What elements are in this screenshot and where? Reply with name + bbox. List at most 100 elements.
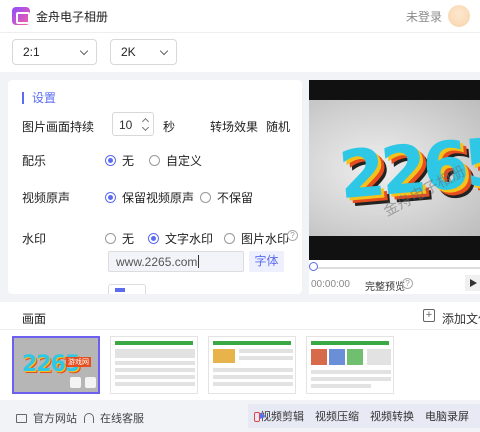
watermark-text-input[interactable]: www.2265.com (108, 251, 244, 272)
thumbnail-block (115, 361, 195, 365)
thumbnail-block (213, 382, 293, 386)
text-caret (198, 255, 200, 268)
thumbnail-block (115, 349, 195, 358)
toolbar: 2:1 2K (0, 32, 480, 72)
audio-option-drop[interactable]: 不保留 (200, 189, 253, 206)
resolution-select[interactable]: 2K (110, 39, 177, 65)
video-compress-link[interactable]: 视频压缩 (315, 408, 359, 424)
music-label: 配乐 (22, 154, 47, 168)
chevron-down-icon (79, 46, 89, 56)
watermark-option-text[interactable]: 文字水印 (148, 230, 213, 247)
app-title: 金舟电子相册 (36, 9, 109, 24)
settings-panel: 设置 图片画面持续 10 秒 转场效果 随机 配乐 无 自定义 视频原声 保留视… (8, 80, 302, 294)
headset-icon (84, 413, 94, 423)
thumbnail-block (239, 356, 293, 360)
thumbnail-block (115, 368, 195, 372)
thumbnail-block (213, 375, 293, 379)
transition-value[interactable]: 随机 (266, 118, 290, 135)
thumbnail-image (311, 349, 327, 365)
watermark-option-image[interactable]: 图片水印 (224, 230, 289, 247)
monitor-icon (16, 413, 27, 423)
preview-image: 2265 金舟电子相册 (309, 100, 480, 236)
stepper-down-icon[interactable] (141, 123, 150, 132)
transition-label: 转场效果 (210, 120, 259, 134)
thumbnail-block (311, 384, 371, 388)
watermark-text-value: www.2265.com (116, 255, 198, 269)
thumbnail-block (239, 349, 293, 353)
thumbnail-block (367, 349, 391, 365)
thumbnail-header-bar (213, 341, 291, 345)
watermark-option-none[interactable]: 无 (105, 230, 134, 247)
footer: 官方网站 在线客服 视频剪辑 视频压缩 视频转换 电脑录屏 (0, 400, 480, 432)
title-bar: 金舟电子相册 未登录 (0, 0, 480, 32)
radio-dot (105, 155, 116, 166)
frames-strip: 2265 游戏网 (0, 330, 480, 400)
duration-label: 图片画面持续 (22, 120, 95, 134)
progress-handle[interactable] (309, 262, 318, 271)
radio-dot (149, 155, 160, 166)
official-site-link[interactable]: 官方网站 (16, 410, 77, 426)
tool-links-bar: 视频剪辑 视频压缩 视频转换 电脑录屏 (248, 404, 480, 428)
video-editor-icon (254, 410, 266, 422)
thumbnail-block (213, 368, 293, 372)
frames-header: 画面 + 添加文件 (0, 302, 480, 330)
frame-thumbnail[interactable]: 2265 游戏网 (12, 336, 100, 394)
screen-record-link[interactable]: 电脑录屏 (425, 408, 469, 424)
music-option-custom-label: 自定义 (166, 154, 203, 168)
delete-icon[interactable] (85, 377, 96, 388)
radio-dot (105, 192, 116, 203)
watermark-label: 水印 (22, 232, 47, 246)
radio-dot (224, 233, 235, 244)
radio-dot (148, 233, 159, 244)
play-icon[interactable] (465, 275, 480, 291)
music-option-custom[interactable]: 自定义 (149, 152, 202, 169)
thumbnail-image (213, 349, 235, 363)
avatar[interactable] (448, 5, 470, 27)
audio-label: 视频原声 (22, 191, 71, 205)
thumbnail-image (347, 349, 363, 365)
frames-title: 画面 (22, 312, 47, 326)
style-toggle[interactable] (108, 284, 146, 294)
add-file-button[interactable]: 添加文件 (442, 310, 480, 327)
frame-thumbnail[interactable] (208, 336, 296, 394)
frame-thumbnail[interactable] (306, 336, 394, 394)
help-icon[interactable]: ? (287, 230, 298, 241)
progress-track[interactable] (309, 267, 480, 269)
audio-option-drop-label: 不保留 (217, 191, 254, 205)
frame-thumbnail[interactable] (110, 336, 198, 394)
chevron-down-icon (159, 46, 169, 56)
resolution-value: 2K (121, 45, 136, 59)
aspect-ratio-select[interactable]: 2:1 (12, 39, 97, 65)
audio-option-keep[interactable]: 保留视频原声 (105, 189, 194, 206)
duration-stepper[interactable]: 10 (112, 112, 154, 136)
online-service-link[interactable]: 在线客服 (84, 410, 144, 426)
thumbnail-block (311, 377, 391, 381)
thumbnail-tag: 游戏网 (66, 357, 91, 367)
app-logo-icon (12, 7, 30, 25)
radio-dot (200, 192, 211, 203)
thumbnail-block (115, 375, 195, 379)
font-button[interactable]: 字体 (249, 251, 284, 272)
add-file-icon[interactable]: + (423, 309, 435, 322)
full-preview-button[interactable]: 完整预览 (365, 278, 405, 293)
help-icon[interactable]: ? (402, 278, 413, 289)
music-option-none[interactable]: 无 (105, 152, 134, 169)
video-preview[interactable]: 2265 金舟电子相册 (309, 80, 480, 260)
thumbnail-header-bar (311, 341, 389, 345)
aspect-ratio-value: 2:1 (23, 45, 40, 59)
audio-option-keep-label: 保留视频原声 (122, 191, 195, 205)
official-site-label: 官方网站 (33, 413, 77, 425)
preview-panel: 2265 金舟电子相册 00:00:00 完整预览 ? (309, 80, 480, 294)
radio-dot (105, 233, 116, 244)
video-edit-link[interactable]: 视频剪辑 (260, 408, 304, 424)
thumbnail-header-bar (115, 341, 193, 345)
time-display: 00:00:00 (311, 279, 350, 290)
watermark-option-text-label: 文字水印 (165, 232, 214, 246)
copy-icon[interactable] (70, 377, 81, 388)
settings-section-title: 设置 (22, 92, 56, 104)
online-service-label: 在线客服 (100, 413, 144, 425)
login-status-link[interactable]: 未登录 (406, 8, 442, 25)
video-convert-link[interactable]: 视频转换 (370, 408, 414, 424)
duration-value: 10 (119, 118, 133, 132)
thumbnail-image (329, 349, 345, 365)
